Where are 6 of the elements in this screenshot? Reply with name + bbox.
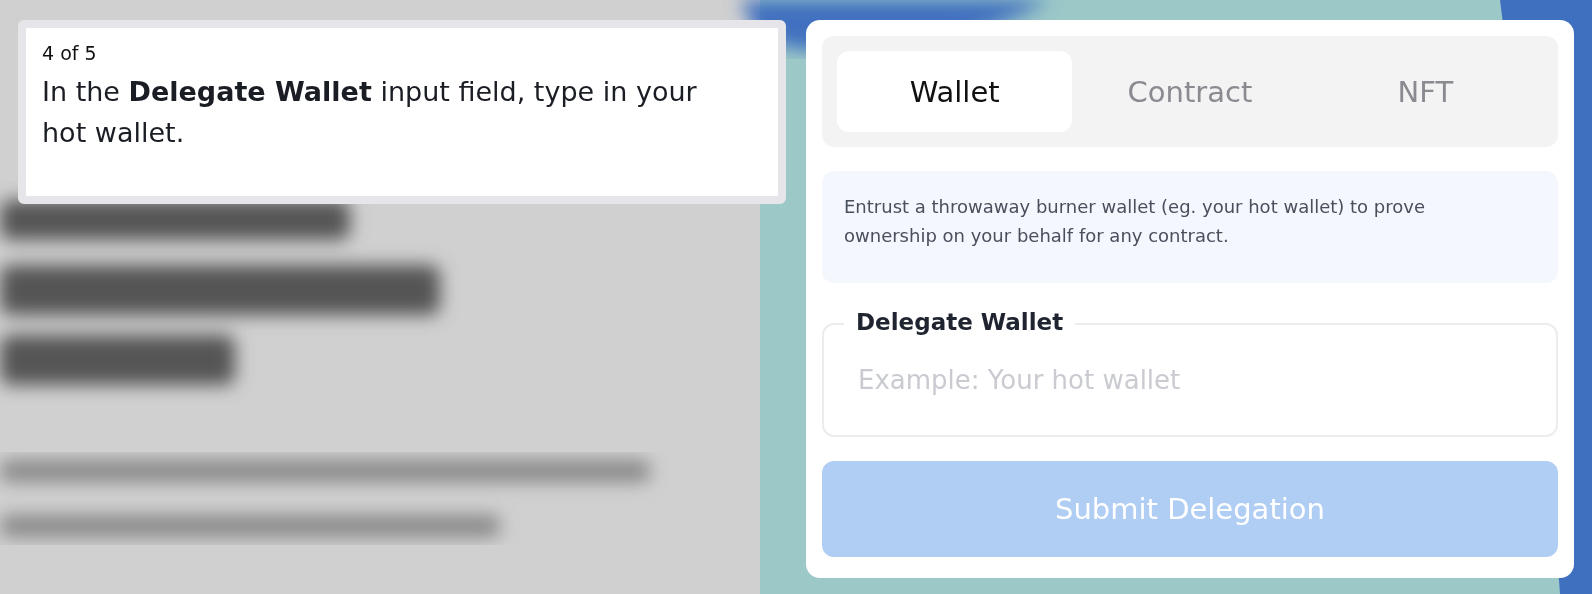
step-instruction: In the Delegate Wallet input field, type in your hot wallet. — [42, 75, 698, 150]
tab[interactable]: NFT — [1307, 51, 1543, 132]
info-note: Entrust a throwaway burner wallet (eg. your hot wallet) to prove ownership on your behalf for any contract. — [822, 171, 1558, 283]
step-counter: 4 of 5 — [42, 42, 98, 64]
tab[interactable]: Wallet — [837, 51, 1073, 132]
tab[interactable]: Contract — [1072, 51, 1308, 132]
